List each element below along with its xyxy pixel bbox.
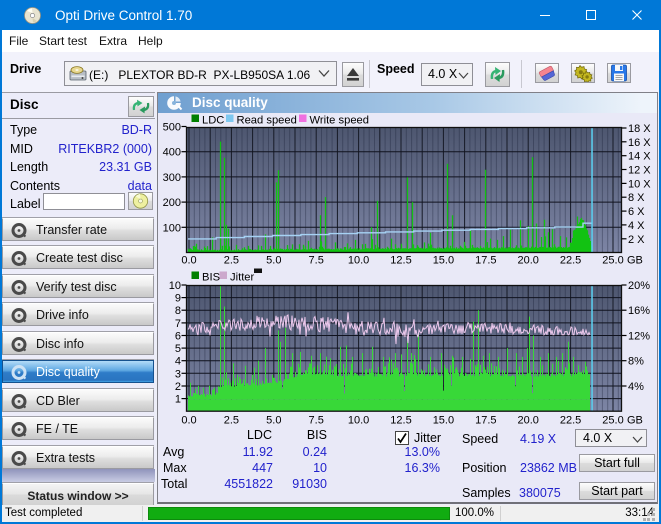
svg-text:400: 400 bbox=[163, 147, 181, 159]
svg-text:GB: GB bbox=[627, 255, 643, 267]
svg-text:5.0: 5.0 bbox=[266, 415, 281, 427]
svg-text:25.0: 25.0 bbox=[602, 415, 623, 427]
svg-text:15.0: 15.0 bbox=[433, 255, 454, 267]
svg-text:10 X: 10 X bbox=[628, 178, 651, 190]
svg-text:17.5: 17.5 bbox=[475, 255, 496, 267]
svg-text:6: 6 bbox=[175, 331, 181, 343]
svg-text:9: 9 bbox=[175, 293, 181, 305]
svg-text:14 X: 14 X bbox=[628, 151, 651, 163]
svg-text:12.5: 12.5 bbox=[390, 415, 411, 427]
svg-text:100: 100 bbox=[163, 222, 181, 234]
svg-text:15.0: 15.0 bbox=[433, 415, 454, 427]
svg-text:16%: 16% bbox=[628, 305, 650, 317]
svg-text:16 X: 16 X bbox=[628, 137, 651, 149]
svg-text:3: 3 bbox=[175, 368, 181, 380]
svg-text:4: 4 bbox=[175, 356, 181, 368]
svg-text:12%: 12% bbox=[628, 331, 650, 343]
svg-text:18 X: 18 X bbox=[628, 123, 651, 135]
svg-text:10.0: 10.0 bbox=[348, 255, 369, 267]
svg-text:LDC: LDC bbox=[202, 115, 224, 127]
svg-text:2: 2 bbox=[175, 381, 181, 393]
svg-text:7: 7 bbox=[175, 318, 181, 330]
svg-text:2.5: 2.5 bbox=[224, 255, 239, 267]
svg-text:Jitter: Jitter bbox=[230, 272, 255, 284]
svg-text:0.0: 0.0 bbox=[181, 255, 196, 267]
svg-text:22.5: 22.5 bbox=[560, 415, 581, 427]
svg-text:7.5: 7.5 bbox=[309, 255, 324, 267]
svg-text:22.5: 22.5 bbox=[560, 255, 581, 267]
svg-text:10.0: 10.0 bbox=[348, 415, 369, 427]
svg-text:12 X: 12 X bbox=[628, 165, 651, 177]
svg-text:25.0: 25.0 bbox=[602, 255, 623, 267]
svg-text:2.5: 2.5 bbox=[224, 415, 239, 427]
svg-text:2 X: 2 X bbox=[628, 234, 645, 246]
svg-text:1: 1 bbox=[175, 394, 181, 406]
svg-text:20%: 20% bbox=[628, 280, 650, 292]
svg-text:500: 500 bbox=[163, 122, 181, 134]
svg-text:200: 200 bbox=[163, 197, 181, 209]
svg-text:4 X: 4 X bbox=[628, 220, 645, 232]
svg-text:20.0: 20.0 bbox=[517, 415, 538, 427]
svg-text:BIS: BIS bbox=[202, 272, 220, 284]
svg-text:20.0: 20.0 bbox=[517, 255, 538, 267]
svg-text:Write speed: Write speed bbox=[310, 115, 370, 127]
svg-text:10: 10 bbox=[169, 280, 181, 292]
svg-text:Read speed: Read speed bbox=[237, 115, 297, 127]
svg-text:6 X: 6 X bbox=[628, 206, 645, 218]
svg-text:17.5: 17.5 bbox=[475, 415, 496, 427]
svg-text:8: 8 bbox=[175, 305, 181, 317]
svg-text:12.5: 12.5 bbox=[390, 255, 411, 267]
svg-text:5: 5 bbox=[175, 343, 181, 355]
svg-text:4%: 4% bbox=[628, 381, 644, 393]
svg-text:0.0: 0.0 bbox=[181, 415, 196, 427]
svg-text:300: 300 bbox=[163, 172, 181, 184]
svg-text:7.5: 7.5 bbox=[309, 415, 324, 427]
svg-text:8%: 8% bbox=[628, 356, 644, 368]
svg-text:5.0: 5.0 bbox=[266, 255, 281, 267]
svg-text:8 X: 8 X bbox=[628, 192, 645, 204]
svg-text:GB: GB bbox=[627, 415, 643, 427]
